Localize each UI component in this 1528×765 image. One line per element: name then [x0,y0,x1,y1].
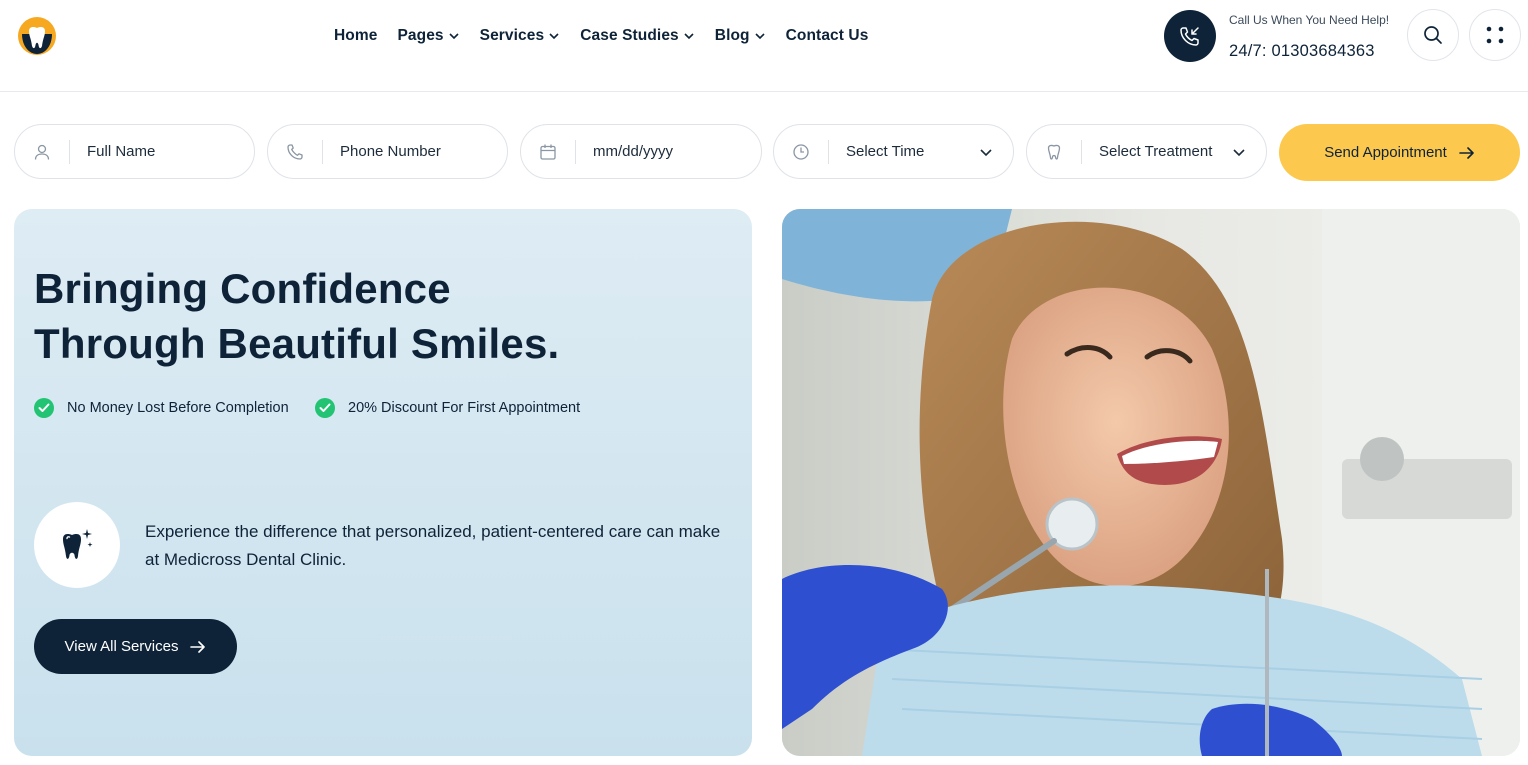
view-all-services-label: View All Services [64,638,179,655]
phone-icon [268,125,322,178]
hero-title: Bringing Confidence Through Beautiful Sm… [34,261,654,371]
date-field[interactable]: mm/dd/yyyy [520,124,762,179]
arrow-right-icon [190,640,206,653]
check-circle-icon [34,398,54,418]
time-select[interactable]: Select Time [773,124,1014,179]
field-divider [1081,139,1082,164]
chevron-down-icon [980,149,992,157]
field-divider [828,139,829,164]
search-button[interactable] [1407,9,1459,61]
hero-title-line2: Through Beautiful Smiles. [34,320,560,367]
search-icon [1424,26,1442,44]
field-divider [575,139,576,164]
full-name-field[interactable]: Full Name [14,124,255,179]
call-number[interactable]: 24/7: 01303684363 [1229,42,1375,61]
calendar-icon [521,125,575,178]
nav-contact-us[interactable]: Contact Us [786,27,869,45]
arrow-right-icon [1458,146,1474,159]
date-placeholder: mm/dd/yyyy [593,143,674,160]
tooth-logo-icon[interactable] [17,16,57,56]
nav-services-label: Services [479,27,545,44]
treatment-select-value: Select Treatment [1099,143,1213,160]
nav-home[interactable]: Home [334,27,377,45]
field-divider [322,139,323,164]
chevron-down-icon [549,33,559,40]
nav-blog-label: Blog [714,27,750,44]
treatment-select[interactable]: Select Treatment [1026,124,1267,179]
phone-number-placeholder: Phone Number [340,143,441,160]
user-icon [15,125,69,178]
view-all-services-button[interactable]: View All Services [34,619,237,674]
nav-pages-label: Pages [397,27,444,44]
hero-description: Experience the difference that personali… [145,522,721,569]
phone-number-field[interactable]: Phone Number [267,124,508,179]
call-label: Call Us When You Need Help! [1229,13,1390,27]
main-nav: Home Pages Services Case Studies Blog Co… [334,24,888,48]
feature-check-text: No Money Lost Before Completion [67,400,289,416]
feature-check-item: No Money Lost Before Completion [34,398,289,418]
clock-icon [774,125,828,178]
chevron-down-icon [1233,149,1245,157]
nav-case-studies-label: Case Studies [580,27,679,44]
feature-check-item: 20% Discount For First Appointment [315,398,580,418]
full-name-placeholder: Full Name [87,143,156,160]
nav-services[interactable]: Services [480,27,561,45]
nav-home-label: Home [334,27,378,44]
grid-dots-icon [1486,26,1504,44]
chevron-down-icon [449,33,459,40]
send-appointment-button[interactable]: Send Appointment [1279,124,1520,181]
chevron-down-icon [684,33,694,40]
hero-photo-smiling-patient [782,209,1520,756]
send-appointment-label: Send Appointment [1324,144,1447,161]
time-select-value: Select Time [846,143,925,160]
site-header: Home Pages Services Case Studies Blog Co… [0,0,1528,92]
hero-title-line1: Bringing Confidence [34,265,451,312]
hero-card: Bringing Confidence Through Beautiful Sm… [14,209,752,756]
tooth-sparkle-icon [34,502,120,588]
nav-blog[interactable]: Blog [715,27,766,45]
phone-incoming-icon[interactable] [1164,10,1216,62]
field-divider [69,139,70,164]
nav-case-studies[interactable]: Case Studies [580,27,695,45]
menu-button[interactable] [1469,9,1521,61]
nav-contact-label: Contact Us [785,27,869,44]
tooth-icon [1027,125,1081,178]
check-circle-icon [315,398,335,418]
nav-pages[interactable]: Pages [397,27,459,45]
feature-check-text: 20% Discount For First Appointment [348,400,581,416]
chevron-down-icon [755,33,765,40]
